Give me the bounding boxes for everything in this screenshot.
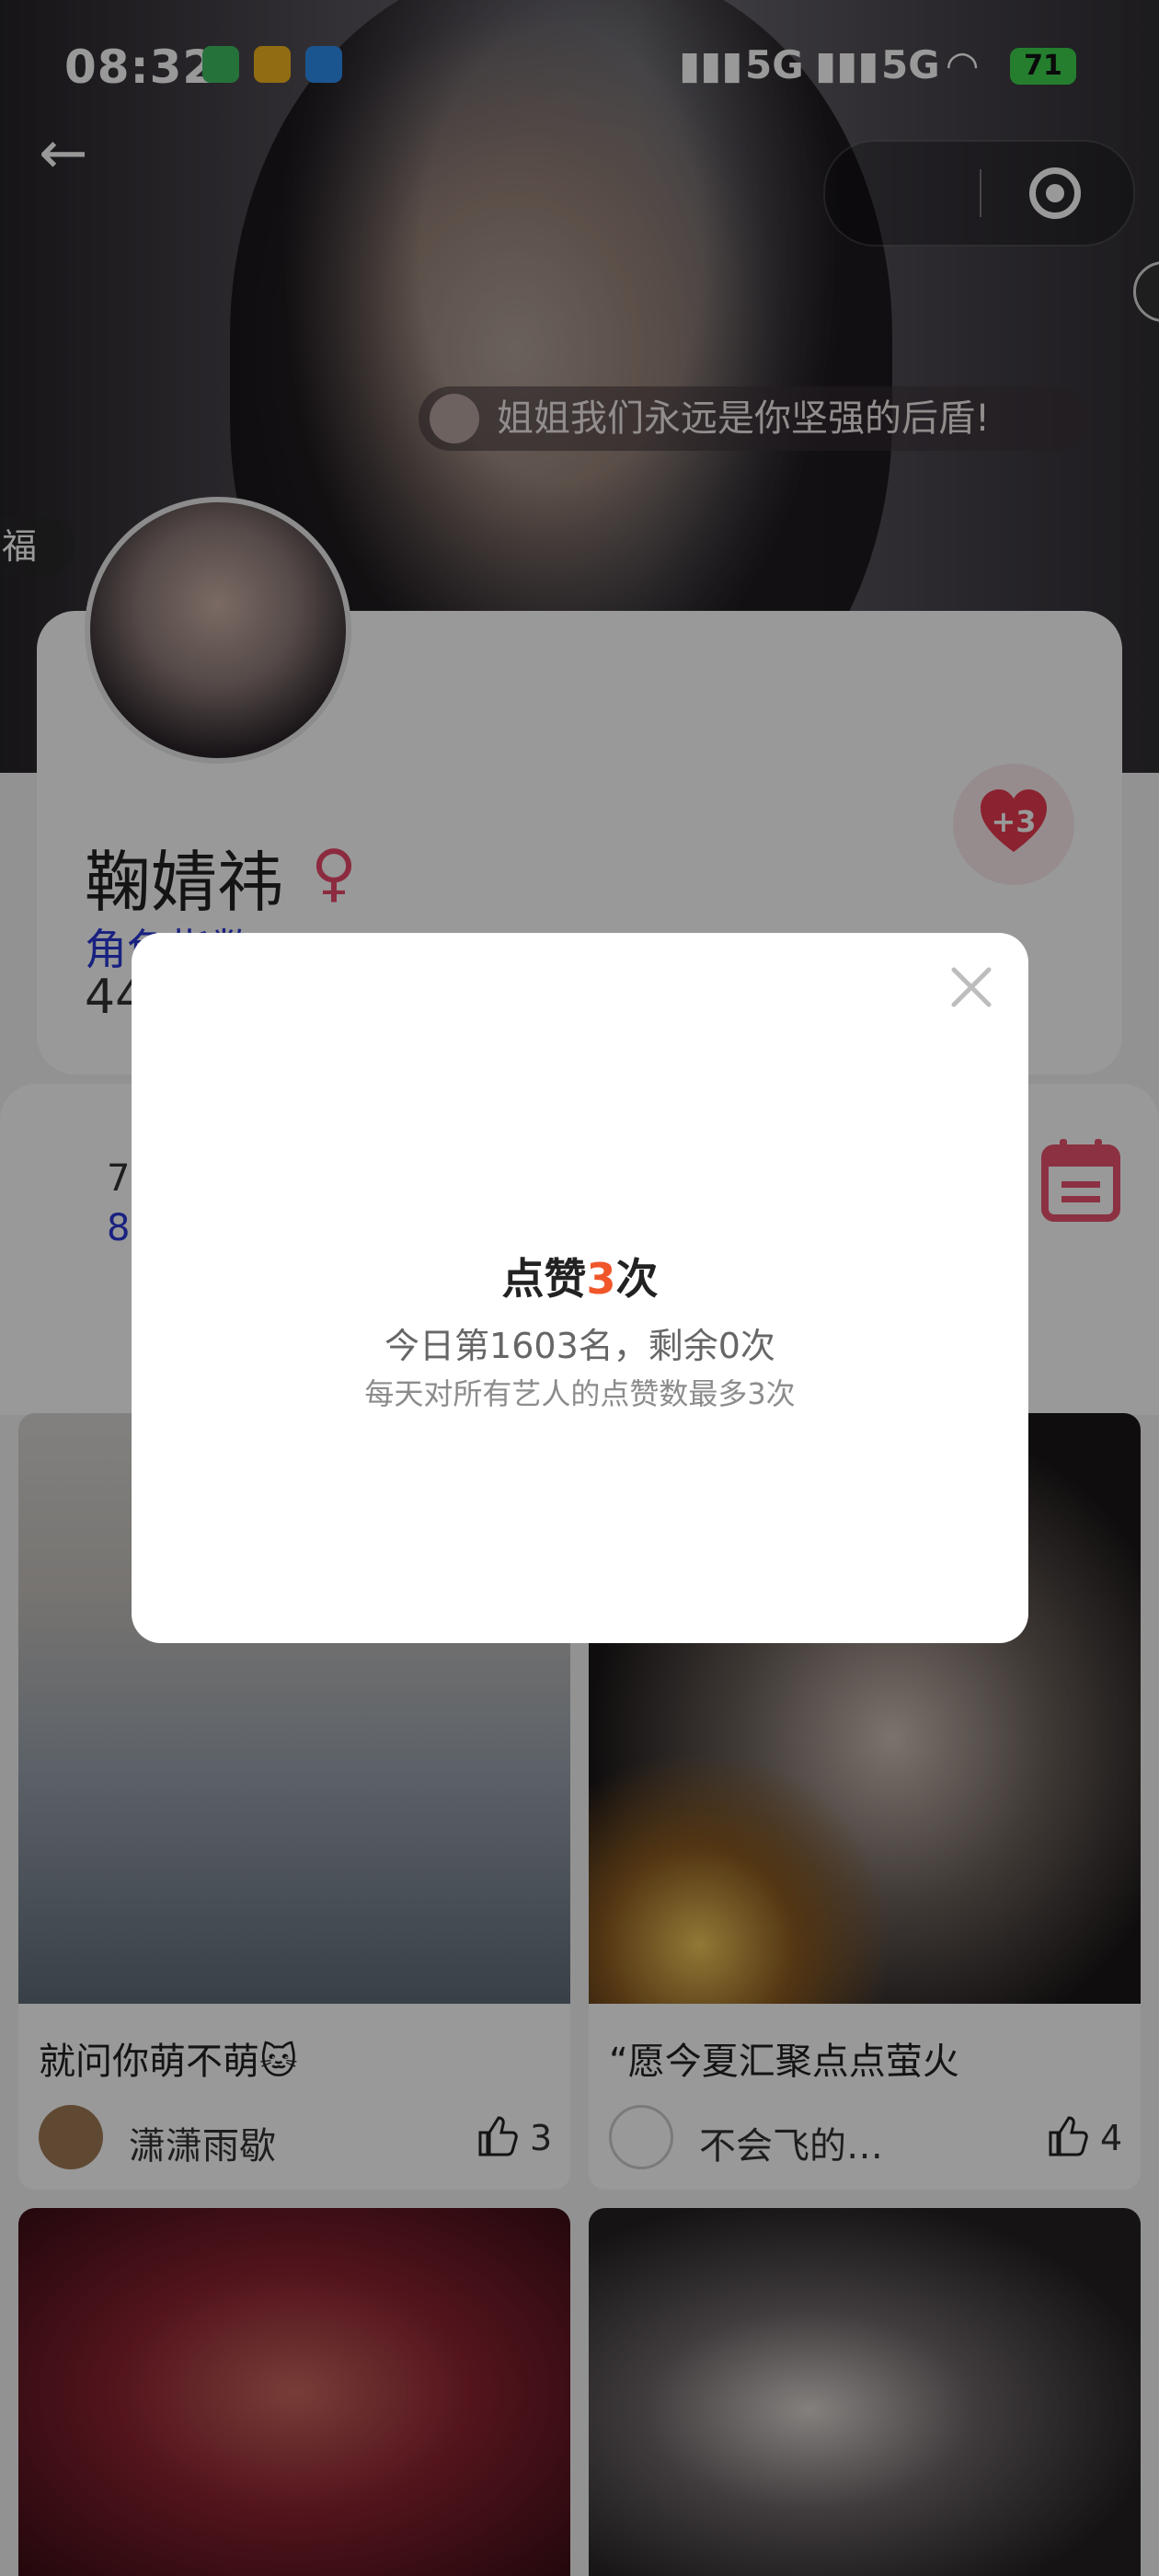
title-prefix: 点赞 [501,1254,587,1304]
daily-rank-text: 今日第1603名，剩余0次 [384,1326,775,1366]
dialog-title: 点赞3次 [132,1246,1028,1306]
like-result-dialog: 点赞3次 今日第1603名，剩余0次 每天对所有艺人的点赞数最多3次 [132,933,1028,1643]
title-suffix: 次 [615,1254,659,1304]
artist-profile-page: 08:32 ▮▮▮ 5G ▮▮▮ 5G ◠ 71 ← 姐姐我们永远是你坚强的后盾… [0,0,1159,2576]
close-icon[interactable] [941,957,1002,1018]
like-times: 3 [586,1254,616,1304]
daily-limit-note: 每天对所有艺人的点赞数最多3次 [364,1376,796,1411]
